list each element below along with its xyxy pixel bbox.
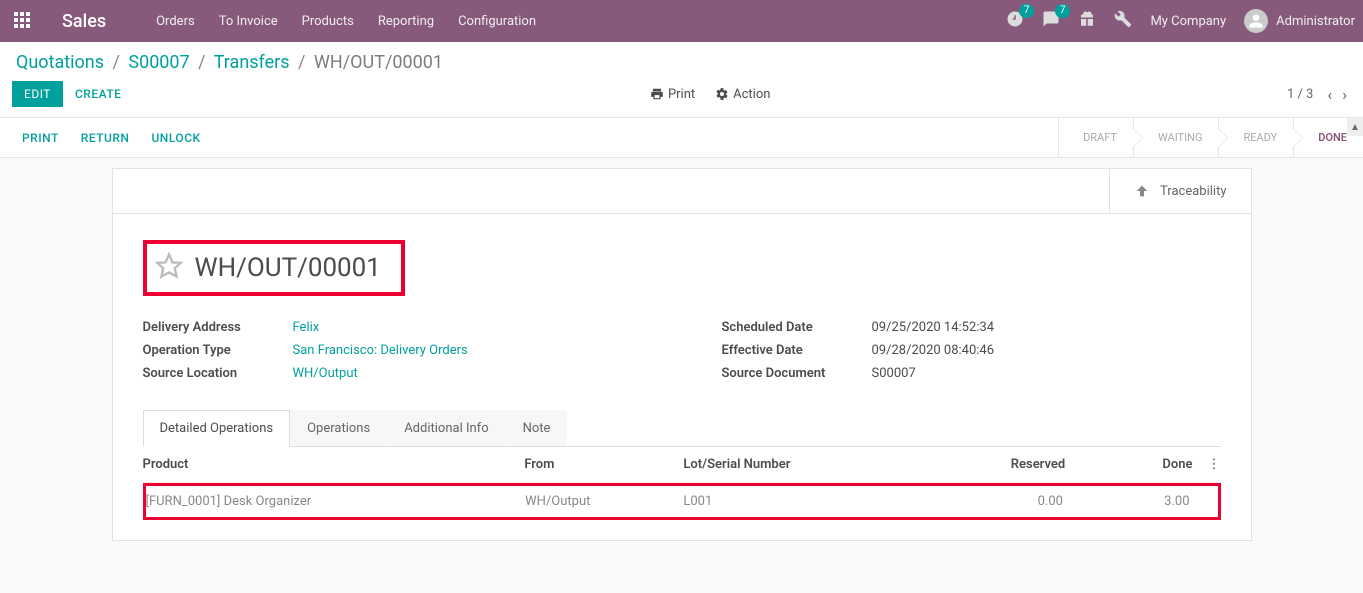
user-menu[interactable]: Administrator	[1244, 9, 1355, 33]
col-reserved[interactable]: Reserved	[906, 457, 1065, 472]
breadcrumb-order[interactable]: S00007	[128, 52, 189, 73]
pager-prev-icon[interactable]: ‹	[1327, 85, 1332, 104]
stage-waiting[interactable]: WAITING	[1133, 118, 1218, 157]
action-return[interactable]: RETURN	[81, 131, 130, 145]
nav-configuration[interactable]: Configuration	[458, 14, 536, 29]
breadcrumb-transfers[interactable]: Transfers	[214, 52, 290, 73]
action-label: Action	[733, 87, 770, 102]
effective-date-value: 09/28/2020 08:40:46	[872, 343, 995, 358]
tools-icon[interactable]	[1114, 10, 1132, 32]
stage-ready[interactable]: READY	[1218, 118, 1293, 157]
create-button[interactable]: CREATE	[63, 81, 133, 107]
breadcrumb-current: WH/OUT/00001	[314, 52, 443, 73]
col-product[interactable]: Product	[143, 457, 525, 472]
action-unlock[interactable]: UNLOCK	[151, 131, 200, 145]
traceability-label: Traceability	[1160, 184, 1226, 199]
print-label: Print	[668, 87, 695, 102]
delivery-address-label: Delivery Address	[143, 320, 293, 335]
delivery-address-value[interactable]: Felix	[293, 320, 320, 335]
source-location-value[interactable]: WH/Output	[293, 366, 358, 381]
operation-type-label: Operation Type	[143, 343, 293, 358]
scheduled-date-label: Scheduled Date	[722, 320, 872, 335]
tab-note[interactable]: Note	[506, 410, 568, 447]
action-print[interactable]: PRINT	[22, 131, 59, 145]
source-document-value: S00007	[872, 366, 916, 381]
chat-notifications-icon[interactable]: 7	[1042, 10, 1060, 32]
col-lot[interactable]: Lot/Serial Number	[683, 457, 906, 472]
cell-lot: L001	[683, 494, 904, 509]
clock-notifications-icon[interactable]: 7	[1006, 10, 1024, 32]
pager-next-icon[interactable]: ›	[1342, 85, 1347, 104]
tab-detailed-operations[interactable]: Detailed Operations	[143, 410, 291, 447]
stage-draft[interactable]: DRAFT	[1058, 118, 1133, 157]
col-menu-icon[interactable]: ⋮	[1201, 457, 1221, 472]
col-from[interactable]: From	[524, 457, 683, 472]
cell-from: WH/Output	[525, 494, 683, 509]
app-title[interactable]: Sales	[62, 11, 106, 32]
record-title: WH/OUT/00001	[195, 253, 381, 283]
traceability-button[interactable]: Traceability	[1109, 169, 1250, 213]
favorite-star-icon[interactable]	[155, 252, 183, 284]
tab-operations[interactable]: Operations	[290, 410, 387, 447]
nav-products[interactable]: Products	[302, 14, 354, 29]
pager-text[interactable]: 1 / 3	[1287, 87, 1313, 102]
tab-additional-info[interactable]: Additional Info	[387, 410, 505, 447]
source-location-label: Source Location	[143, 366, 293, 381]
col-done[interactable]: Done	[1065, 457, 1200, 472]
edit-button[interactable]: EDIT	[12, 81, 63, 107]
cell-reserved: 0.00	[905, 494, 1063, 509]
print-dropdown[interactable]: Print	[650, 87, 695, 102]
avatar-icon	[1244, 9, 1268, 33]
company-selector[interactable]: My Company	[1150, 14, 1226, 29]
cell-product: [FURN_0001] Desk Organizer	[146, 494, 526, 509]
table-row[interactable]: [FURN_0001] Desk Organizer WH/Output L00…	[146, 486, 1218, 517]
breadcrumb: Quotations / S00007 / Transfers / WH/OUT…	[0, 42, 1363, 77]
form-sheet: Traceability WH/OUT/00001 Delivery Addre…	[112, 168, 1252, 541]
arrow-up-icon	[1134, 183, 1150, 199]
gift-icon[interactable]	[1078, 10, 1096, 32]
chat-badge: 7	[1055, 4, 1071, 18]
clock-badge: 7	[1019, 4, 1035, 18]
source-document-label: Source Document	[722, 366, 872, 381]
cell-done: 3.00	[1063, 494, 1198, 509]
user-name: Administrator	[1276, 14, 1355, 29]
operation-type-value[interactable]: San Francisco: Delivery Orders	[293, 343, 468, 358]
breadcrumb-quotations[interactable]: Quotations	[16, 52, 104, 73]
nav-orders[interactable]: Orders	[156, 14, 195, 29]
nav-reporting[interactable]: Reporting	[378, 14, 434, 29]
action-dropdown[interactable]: Action	[715, 87, 770, 102]
top-navbar: Sales Orders To Invoice Products Reporti…	[0, 0, 1363, 42]
scroll-up-icon[interactable]: ▲	[1347, 118, 1363, 136]
scheduled-date-value: 09/25/2020 14:52:34	[872, 320, 995, 335]
nav-to-invoice[interactable]: To Invoice	[219, 14, 278, 29]
effective-date-label: Effective Date	[722, 343, 872, 358]
apps-menu-icon[interactable]	[14, 12, 32, 30]
